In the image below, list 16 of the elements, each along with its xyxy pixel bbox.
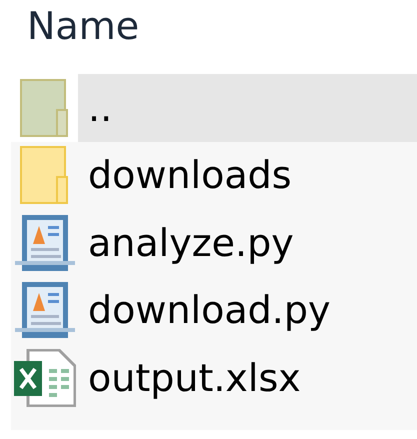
column-header[interactable]: Name [27,4,140,48]
file-name: output.xlsx [88,356,301,400]
folder-icon [20,78,70,137]
spreadsheet-icon [14,348,76,407]
file-row[interactable]: downloads [11,142,417,209]
file-name: downloads [88,153,292,198]
folder-icon [20,146,70,204]
file-name: download.py [88,288,330,332]
file-row[interactable]: output.xlsx [11,344,417,412]
document-icon [14,281,74,340]
file-name: analyze.py [88,220,294,265]
document-icon [14,214,74,272]
file-name: .. [88,86,112,130]
file-row[interactable]: analyze.py [11,209,417,276]
file-row[interactable]: download.py [11,276,417,344]
file-row[interactable]: .. [11,74,417,142]
